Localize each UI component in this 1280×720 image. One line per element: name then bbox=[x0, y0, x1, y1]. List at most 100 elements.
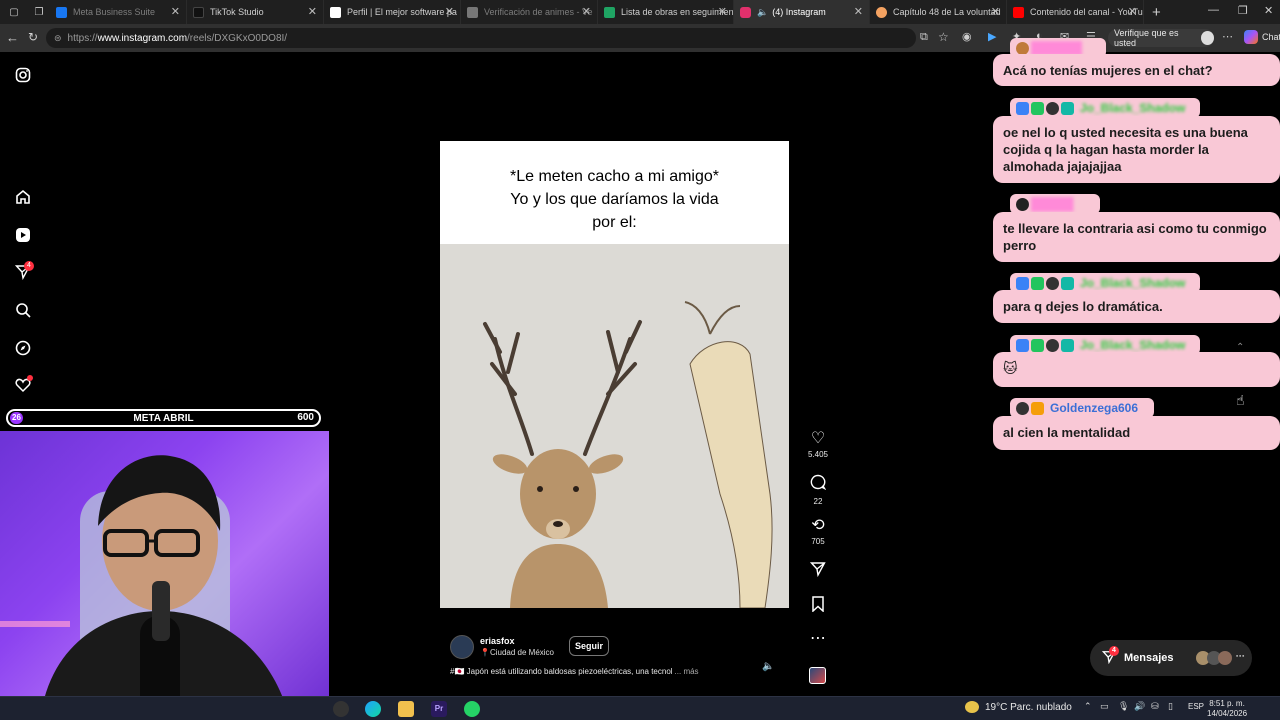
obs-icon[interactable] bbox=[333, 701, 349, 717]
home-icon[interactable] bbox=[14, 189, 32, 207]
verify-identity-button[interactable]: Verifique que es usted bbox=[1108, 28, 1214, 48]
weather-widget[interactable]: 19°C Parc. nublado bbox=[965, 701, 1072, 713]
extension-icon[interactable]: ◉ bbox=[962, 30, 972, 43]
comment-button[interactable]: 22 bbox=[806, 474, 830, 506]
chat-username-tag: Goldenzega606 bbox=[1010, 398, 1154, 418]
badge-icon bbox=[1046, 338, 1059, 352]
follow-button[interactable]: Seguir bbox=[569, 636, 610, 656]
battery-icon[interactable]: ▯ bbox=[1168, 701, 1173, 712]
save-button[interactable] bbox=[806, 596, 830, 617]
tiktok-icon bbox=[193, 6, 204, 18]
badge-icon bbox=[1031, 276, 1044, 290]
emote-icon: 🐱 bbox=[1003, 360, 1018, 376]
badge-icon bbox=[1016, 41, 1029, 55]
heart-icon[interactable] bbox=[14, 375, 33, 395]
badge-icon bbox=[1031, 101, 1044, 115]
reel-player[interactable]: *Le meten cacho a mi amigo* Yo y los que… bbox=[440, 63, 789, 687]
reel-video-frame[interactable] bbox=[440, 244, 789, 608]
badge-icon bbox=[1016, 197, 1029, 211]
tab-perfil[interactable]: Perfil | El mejor software pa ✕ bbox=[324, 0, 461, 24]
reel-caption-card: *Le meten cacho a mi amigo* Yo y los que… bbox=[440, 141, 789, 244]
close-icon[interactable]: ✕ bbox=[991, 5, 1000, 18]
url-field[interactable]: ⊜ https://www.instagram.com/reels/DXGKxO… bbox=[46, 28, 949, 48]
meta-current: 26 bbox=[10, 412, 23, 424]
network-icon[interactable]: ⛁ bbox=[1151, 701, 1159, 712]
tab-meta-business[interactable]: Meta Business Suite ✕ bbox=[50, 0, 187, 24]
chat-message: para q dejes lo dramática. bbox=[993, 290, 1280, 323]
tab-actions-icon[interactable]: ❐ bbox=[28, 0, 50, 24]
site-info-icon[interactable]: ⊜ bbox=[54, 33, 62, 44]
tray-chevron-icon[interactable]: ⌃ bbox=[1084, 701, 1092, 712]
messages-badge: 4 bbox=[1109, 645, 1119, 656]
folder-icon[interactable] bbox=[398, 701, 414, 717]
author-avatar[interactable] bbox=[450, 635, 474, 659]
messages-button[interactable]: 4 Mensajes ⋯ bbox=[1090, 640, 1252, 676]
author-name[interactable]: eriasfox bbox=[480, 636, 515, 646]
messages-send-icon[interactable]: 4 bbox=[14, 261, 34, 282]
extension-icon[interactable]: ▶ bbox=[988, 30, 996, 43]
explore-icon[interactable] bbox=[14, 340, 32, 358]
scroll-up-icon[interactable]: ⌃ bbox=[1236, 342, 1244, 353]
share-button[interactable] bbox=[806, 561, 830, 582]
tab-tiktok-studio[interactable]: TikTok Studio ✕ bbox=[187, 0, 324, 24]
maximize-button[interactable]: ❐ bbox=[1238, 4, 1248, 17]
profile-avatar bbox=[1200, 31, 1214, 45]
new-tab-button[interactable]: + bbox=[1152, 4, 1161, 21]
reload-icon[interactable]: ↻ bbox=[28, 30, 38, 44]
back-icon[interactable]: ← bbox=[6, 30, 19, 45]
app-available-icon[interactable]: ⧉ bbox=[920, 31, 928, 44]
close-icon[interactable]: ✕ bbox=[854, 5, 863, 18]
reels-icon[interactable] bbox=[14, 227, 32, 245]
activity-dot bbox=[27, 375, 33, 381]
audio-thumbnail[interactable] bbox=[809, 667, 826, 684]
badge-icon bbox=[1031, 338, 1044, 352]
location-label[interactable]: 📍Ciudad de México bbox=[480, 648, 554, 657]
close-icon[interactable]: ✕ bbox=[445, 5, 454, 18]
os-taskbar: Pr 19°C Parc. nublado ⌃ ▭ 🎙 🔊 ⛁ ▯ ESP 8:… bbox=[0, 696, 1280, 720]
tab-verificacion[interactable]: Verificación de animes - Ve ✕ bbox=[461, 0, 598, 24]
tab-lista-obras[interactable]: Lista de obras en seguimien ✕ bbox=[598, 0, 734, 24]
instagram-logo-icon[interactable] bbox=[14, 67, 32, 85]
browser-menu-icon[interactable]: ▢ bbox=[0, 0, 28, 24]
chat-message: Acá no tenías mujeres en el chat? bbox=[993, 54, 1280, 86]
window-close-button[interactable]: ✕ bbox=[1264, 4, 1273, 17]
reel-description[interactable]: #🇯🇵 Japón está utilizando baldosas piezo… bbox=[450, 667, 699, 676]
more-menu-icon[interactable]: ⋯ bbox=[1222, 30, 1233, 43]
more-link[interactable]: ... más bbox=[675, 667, 699, 676]
favorite-star-icon[interactable]: ☆ bbox=[938, 30, 949, 44]
caption-line: *Le meten cacho a mi amigo* bbox=[510, 168, 719, 185]
copilot-button[interactable]: Chat bbox=[1244, 30, 1280, 44]
premiere-icon[interactable]: Pr bbox=[431, 701, 447, 717]
chat-username-tag: █████ bbox=[1010, 194, 1100, 214]
badge-icon bbox=[1016, 101, 1029, 115]
edge-icon[interactable] bbox=[365, 701, 381, 717]
clock[interactable]: 8:51 p. m. 14/04/2026 bbox=[1207, 699, 1247, 719]
minimize-button[interactable]: — bbox=[1208, 4, 1219, 16]
close-icon[interactable]: ✕ bbox=[582, 5, 591, 18]
tab-instagram[interactable]: 🔈 (4) Instagram ✕ bbox=[734, 0, 870, 24]
avatar bbox=[1217, 651, 1232, 665]
cloud-sun-icon bbox=[965, 701, 979, 713]
tray-app-icon[interactable]: ▭ bbox=[1100, 701, 1109, 712]
badge-icon bbox=[1016, 338, 1029, 352]
badge-icon bbox=[1061, 338, 1074, 352]
streamer-webcam bbox=[0, 455, 290, 720]
repost-button[interactable]: ⟲ 705 bbox=[806, 517, 830, 546]
search-icon[interactable] bbox=[14, 302, 32, 320]
tab-capitulo[interactable]: Capítulo 48 de La voluntad ✕ bbox=[870, 0, 1007, 24]
mute-icon[interactable]: 🔈 bbox=[762, 661, 774, 672]
mic-icon[interactable]: 🎙 bbox=[1118, 701, 1129, 712]
reel-info-area: eriasfox 📍Ciudad de México Seguir #🇯🇵 Ja… bbox=[440, 608, 789, 687]
volume-icon[interactable]: 🔊 bbox=[1134, 701, 1145, 712]
whatsapp-icon[interactable] bbox=[464, 701, 480, 717]
like-button[interactable]: ♡ 5.405 bbox=[806, 430, 830, 459]
close-icon[interactable]: ✕ bbox=[1128, 5, 1137, 18]
tab-youtube[interactable]: Contenido del canal - YouTu ✕ bbox=[1007, 0, 1144, 24]
sheets-icon bbox=[604, 6, 615, 18]
caption-line: Yo y los que daríamos la vida bbox=[510, 191, 719, 208]
language-indicator[interactable]: ESP bbox=[1188, 702, 1204, 711]
close-icon[interactable]: ✕ bbox=[308, 5, 317, 18]
close-icon[interactable]: ✕ bbox=[718, 5, 727, 18]
more-options-button[interactable]: ⋯ bbox=[806, 630, 830, 648]
close-icon[interactable]: ✕ bbox=[171, 5, 180, 18]
